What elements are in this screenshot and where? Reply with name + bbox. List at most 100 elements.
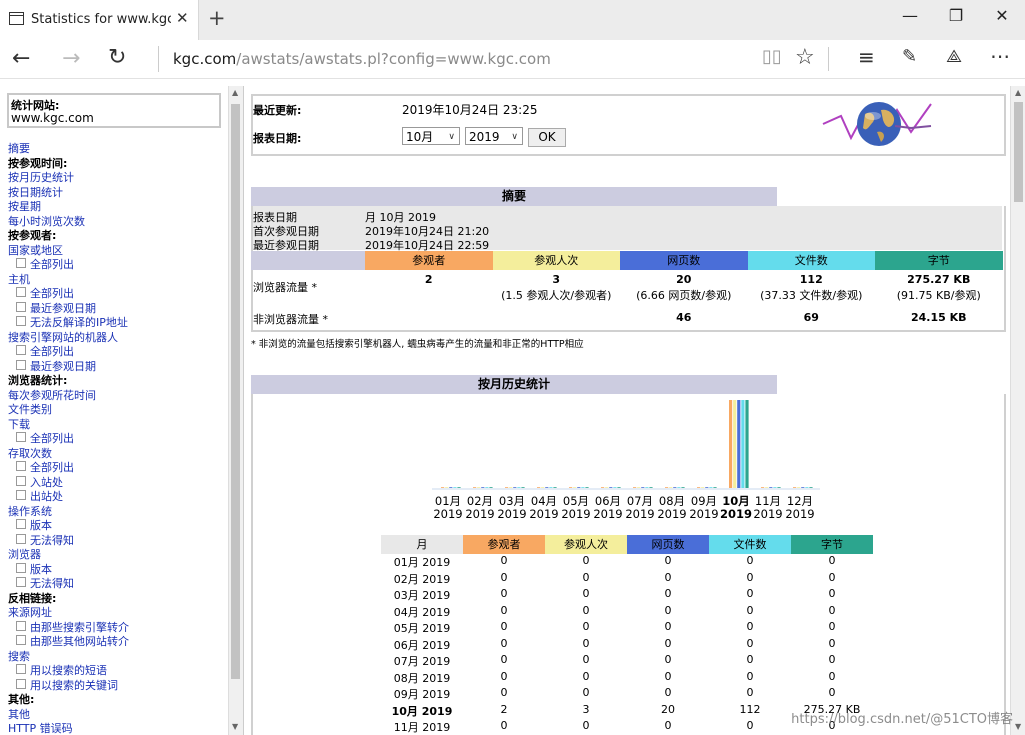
chart-bar <box>669 487 673 488</box>
sidebar-subitem-label: 用以搜索的短语 <box>30 664 107 677</box>
traffic-label: 浏览器流量 * <box>253 281 317 294</box>
sidebar-subitem[interactable]: 由那些其他网站转介 <box>16 633 129 649</box>
scroll-down-icon[interactable]: ▼ <box>1015 722 1021 731</box>
table-row: 05月 2019 0 0 0 0 0 <box>243 620 1003 636</box>
list-bullet-icon <box>16 490 26 500</box>
chart-bar <box>481 487 485 488</box>
chart-bar <box>777 487 781 488</box>
watermark: https://blog.csdn.net/@51CTO博客 <box>791 712 1013 727</box>
chart-bar <box>741 400 745 488</box>
list-bullet-icon <box>16 519 26 529</box>
share-icon[interactable]: ⟁ <box>946 46 962 67</box>
monthly-value-cell: 0 <box>664 554 672 567</box>
monthly-value-cell: 0 <box>500 620 508 633</box>
chart-year-label: 2019 <box>529 507 559 521</box>
summary-traffic-value: 20 <box>676 273 692 286</box>
table-row: 04月 2019 0 0 0 0 0 <box>243 604 1003 620</box>
sidebar-subitem-label: 由那些其他网站转介 <box>30 635 129 648</box>
monthly-col-header: 月 <box>381 535 463 554</box>
summary-title: 摘要 <box>251 187 777 206</box>
chart-bar <box>709 487 713 488</box>
hub-icon[interactable]: ≡ <box>858 45 875 69</box>
list-bullet-icon <box>16 678 26 689</box>
browser-tab[interactable]: Statistics for www.kgc.co ✕ <box>0 0 199 40</box>
chart-year-label: 2019 <box>753 507 783 521</box>
monthly-value-cell: 0 <box>582 669 590 683</box>
restore-icon[interactable]: ❐ <box>936 6 976 25</box>
scroll-up-icon[interactable]: ▲ <box>232 88 238 97</box>
chart-year-label: 2019 <box>657 507 687 521</box>
list-bullet-icon <box>16 577 26 587</box>
monthly-month-cell: 03月 2019 <box>393 589 451 602</box>
monthly-title: 按月历史统计 <box>251 375 777 394</box>
more-icon[interactable]: ⋯ <box>990 44 1010 68</box>
minimize-icon[interactable]: — <box>890 6 930 25</box>
list-bullet-icon <box>16 359 26 370</box>
scroll-down-icon[interactable]: ▼ <box>232 722 238 731</box>
monthly-value-cell: 0 <box>664 620 672 633</box>
summary-traffic-value: 275.27 KB <box>907 273 971 286</box>
summary-col-header: 文件数 <box>747 251 875 270</box>
web-note-icon[interactable]: ✎ <box>902 46 917 67</box>
favorite-star-icon[interactable]: ☆ <box>795 45 815 70</box>
monthly-month-cell: 05月 2019 <box>393 622 451 635</box>
sidebar-subitem-label: 版本 <box>30 519 52 532</box>
list-bullet-icon <box>16 562 26 573</box>
nontraffic-label: 非浏览器流量 * <box>253 313 328 326</box>
sidebar-subitem-label: 用以搜索的关键词 <box>30 678 118 692</box>
month-select[interactable]: 10月 ∨ <box>402 127 460 145</box>
scroll-thumb[interactable] <box>1014 102 1023 202</box>
chart-bar <box>453 487 457 488</box>
chart-bar <box>677 487 681 488</box>
last-update-value: 2019年10月24日 23:25 <box>402 103 538 117</box>
monthly-value-cell: 0 <box>746 636 754 650</box>
monthly-month-cell: 08月 2019 <box>393 671 451 685</box>
monthly-value-cell: 0 <box>500 686 508 699</box>
monthly-value-cell: 2 <box>500 702 508 716</box>
sidebar-subitem-label: 全部列出 <box>30 461 74 474</box>
chart-bar <box>805 487 809 488</box>
sidebar-subitem-label: 最近参观日期 <box>30 359 96 373</box>
sidebar-subitem-label: 由那些搜索引擎转介 <box>30 620 129 634</box>
left-scrollbar[interactable]: ▲ ▼ <box>228 86 244 735</box>
chart-year-label: 2019 <box>785 507 815 521</box>
chart-bar <box>549 487 553 488</box>
chart-bar <box>617 487 621 488</box>
close-tab-icon[interactable]: ✕ <box>176 9 189 27</box>
monthly-col-header: 参观者 <box>463 535 545 554</box>
chart-bar <box>633 487 637 488</box>
left-menu-frame: 统计网站: www.kgc.com 摘要 按参观时间: 按月历史统计 按日期统计 按星期… <box>0 86 228 735</box>
right-scrollbar[interactable]: ▲ ▼ <box>1010 86 1025 735</box>
monthly-value-cell: 20 <box>661 702 675 716</box>
scroll-up-icon[interactable]: ▲ <box>1015 88 1021 97</box>
reading-view-icon[interactable]: ▯▯ <box>762 46 782 67</box>
forward-icon[interactable]: → <box>62 46 80 71</box>
scroll-thumb[interactable] <box>231 104 240 679</box>
chart-bar <box>581 487 585 488</box>
monthly-value-cell: 0 <box>582 719 590 732</box>
monthly-value-cell: 0 <box>582 636 590 650</box>
monthly-value-cell: 0 <box>582 554 590 567</box>
refresh-icon[interactable]: ↻ <box>108 45 126 70</box>
monthly-value-cell: 0 <box>664 587 672 600</box>
sidebar-link[interactable]: HTTP 错误码 <box>8 720 73 735</box>
back-icon[interactable]: ← <box>12 46 30 71</box>
chart-year-label: 2019 <box>433 507 463 521</box>
monthly-value-cell: 0 <box>664 636 672 650</box>
monthly-value-cell: 0 <box>828 669 836 683</box>
new-tab-icon[interactable]: + <box>208 6 226 30</box>
year-select[interactable]: 2019 ∨ <box>465 127 523 145</box>
monthly-value-cell: 0 <box>664 570 672 584</box>
address-bar[interactable]: kgc.com/awstats/awstats.pl?config=www.kg… <box>158 46 551 72</box>
list-bullet-icon <box>16 461 26 471</box>
chart-year-label: 2019 <box>465 507 495 521</box>
chart-bar <box>553 487 557 488</box>
summary-traffic-ratio: (37.33 文件数/参观) <box>760 289 863 302</box>
sidebar-subitem-label: 全部列出 <box>30 345 74 358</box>
monthly-value-cell: 0 <box>828 603 836 617</box>
chart-bar <box>477 487 481 488</box>
close-window-icon[interactable]: ✕ <box>982 6 1022 25</box>
table-row: 03月 2019 0 0 0 0 0 <box>243 587 1003 603</box>
ok-button[interactable]: OK <box>528 128 566 147</box>
summary-col-header: 字节 <box>875 251 1003 270</box>
